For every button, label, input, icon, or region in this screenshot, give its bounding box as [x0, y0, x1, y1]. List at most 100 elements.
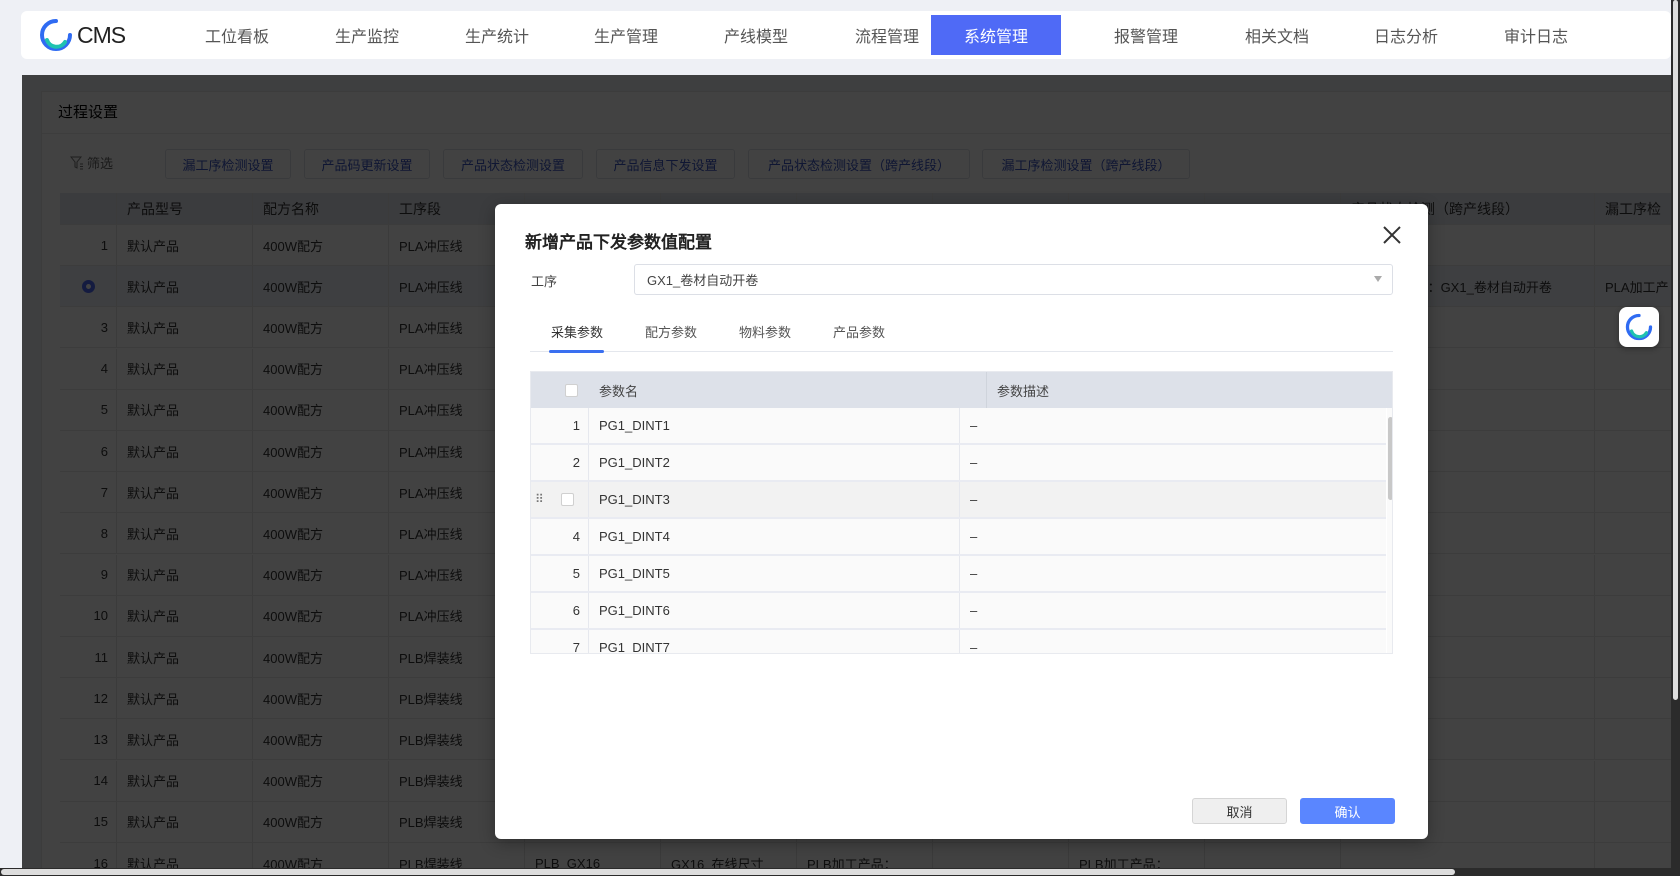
row-index: 11	[60, 637, 117, 677]
table-cell	[1595, 472, 1671, 512]
table-scrollbar-thumb[interactable]	[1388, 417, 1392, 500]
table-cell: 400W配方	[253, 678, 389, 719]
param-row[interactable]: 7 PG1_DINT7–	[531, 630, 1386, 654]
row-index: 1	[572, 418, 580, 433]
row-index: 9	[60, 554, 117, 595]
assistant-logo-icon	[1625, 313, 1653, 341]
param-desc: –	[970, 418, 978, 433]
column-header[interactable]: 配方名称	[253, 193, 389, 224]
row-index: 5	[60, 389, 117, 430]
table-cell: 400W配方	[253, 348, 389, 389]
param-row[interactable]: 5 PG1_DINT5–	[531, 556, 1386, 593]
param-row[interactable]: 4 PG1_DINT4–	[531, 519, 1386, 556]
table-cell	[1595, 719, 1671, 759]
table-cell: 400W配方	[253, 307, 389, 348]
row-radio-cell[interactable]	[60, 266, 117, 307]
row-checkbox[interactable]	[561, 493, 574, 506]
param-desc: –	[970, 529, 978, 544]
logo[interactable]: CMS	[39, 18, 126, 52]
toolbar-button[interactable]: 产品状态检测设置	[443, 149, 583, 179]
header-param-desc[interactable]: 参数描述	[987, 372, 1392, 408]
nav-item[interactable]: 审计日志	[1471, 15, 1601, 55]
table-cell: 默认产品	[117, 719, 253, 760]
nav-item[interactable]: 系统管理	[931, 15, 1061, 55]
tab-1[interactable]: 采集参数	[542, 322, 612, 341]
table-cell: 默认产品	[117, 431, 253, 471]
drag-handle-icon[interactable]: ⠿	[535, 493, 544, 505]
row-index: 2	[572, 455, 580, 470]
table-cell: 400W配方	[253, 513, 389, 554]
row-index-cell: 6	[531, 593, 589, 628]
confirm-button[interactable]: 确认	[1300, 798, 1395, 824]
close-button[interactable]	[1379, 222, 1405, 248]
param-row[interactable]: 6 PG1_DINT6–	[531, 593, 1386, 630]
toolbar-button[interactable]: 产品码更新设置	[304, 149, 430, 179]
floating-assistant-button[interactable]	[1619, 307, 1659, 347]
row-index: 7	[60, 472, 117, 513]
table-cell: 400W配方	[253, 554, 389, 595]
row-index: 6	[60, 431, 117, 471]
filter-button[interactable]: 筛选	[70, 153, 113, 172]
row-index-cell: 7	[531, 630, 589, 653]
row-index: 6	[572, 603, 580, 618]
param-row[interactable]: ⠿ PG1_DINT3–	[531, 482, 1386, 519]
table-cell	[1595, 431, 1671, 471]
table-cell: 400W配方	[253, 266, 389, 307]
param-row[interactable]: 1 PG1_DINT1–	[531, 408, 1386, 445]
param-name: PG1_DINT4	[589, 519, 960, 554]
table-cell: 默认产品	[117, 307, 253, 348]
nav-item[interactable]: 报警管理	[1081, 15, 1211, 55]
nav-item[interactable]: 工位看板	[172, 15, 302, 55]
nav-item[interactable]: 产线模型	[691, 15, 821, 55]
toolbar-button[interactable]: 漏工序检测设置（跨产线段）	[982, 149, 1190, 179]
row-index-cell: 4	[531, 519, 589, 554]
param-name: PG1_DINT3	[589, 482, 960, 517]
nav-item[interactable]: 生产管理	[561, 15, 691, 55]
toolbar-button[interactable]: 漏工序检测设置	[165, 149, 291, 179]
toolbar-button[interactable]: 产品信息下发设置	[596, 149, 735, 179]
nav-item[interactable]: 生产监控	[302, 15, 432, 55]
tab-2[interactable]: 配方参数	[636, 322, 706, 341]
tab-3[interactable]: 物料参数	[730, 322, 800, 341]
param-row[interactable]: 2 PG1_DINT2–	[531, 445, 1386, 482]
column-header[interactable]	[60, 193, 117, 224]
table-cell: 400W配方	[253, 225, 389, 265]
table-cell: 400W配方	[253, 389, 389, 430]
nav-item[interactable]: 日志分析	[1341, 15, 1471, 55]
vertical-scrollbar-thumb[interactable]	[1673, 0, 1678, 700]
toolbar-button[interactable]: 产品状态检测设置（跨产线段）	[748, 149, 970, 179]
table-cell: 默认产品	[117, 513, 253, 554]
table-cell: 默认产品	[117, 637, 253, 677]
header-param-name[interactable]: 参数名	[589, 372, 987, 408]
filter-icon	[70, 156, 83, 169]
close-icon	[1383, 226, 1401, 244]
table-cell: 默认产品	[117, 678, 253, 719]
nav-item[interactable]: 生产统计	[432, 15, 562, 55]
selected-radio-icon[interactable]	[81, 279, 95, 293]
divider	[42, 133, 1671, 134]
param-table-body: 1 PG1_DINT1–2 PG1_DINT2– ⠿ PG1_DINT3–4 PG1_DI…	[531, 408, 1386, 654]
param-desc: –	[970, 640, 978, 654]
table-cell	[1595, 390, 1671, 430]
row-index-cell: 5	[531, 556, 589, 591]
row-index: 12	[60, 678, 117, 719]
column-header[interactable]: 漏工序检	[1595, 193, 1671, 224]
horizontal-scrollbar-thumb[interactable]	[1, 869, 1455, 875]
table-cell	[1595, 761, 1671, 801]
param-name: PG1_DINT2	[589, 445, 960, 480]
param-table-header: 参数名 参数描述	[531, 372, 1392, 408]
tab-4[interactable]: 产品参数	[824, 322, 894, 341]
process-select[interactable]: GX1_卷材自动开卷	[634, 264, 1393, 295]
param-name: PG1_DINT1	[589, 408, 960, 443]
row-index: 13	[60, 719, 117, 760]
param-name: PG1_DINT6	[589, 593, 960, 628]
table-cell: 400W配方	[253, 595, 389, 636]
select-all-checkbox[interactable]	[564, 383, 578, 397]
select-all-cell	[531, 372, 589, 408]
table-cell: 默认产品	[117, 801, 253, 842]
dialog-title: 新增产品下发参数值配置	[525, 233, 712, 252]
column-header[interactable]: 产品型号	[117, 193, 253, 224]
cancel-button[interactable]: 取消	[1192, 798, 1287, 824]
nav-item[interactable]: 相关文档	[1212, 15, 1342, 55]
param-name: PG1_DINT7	[589, 630, 960, 653]
